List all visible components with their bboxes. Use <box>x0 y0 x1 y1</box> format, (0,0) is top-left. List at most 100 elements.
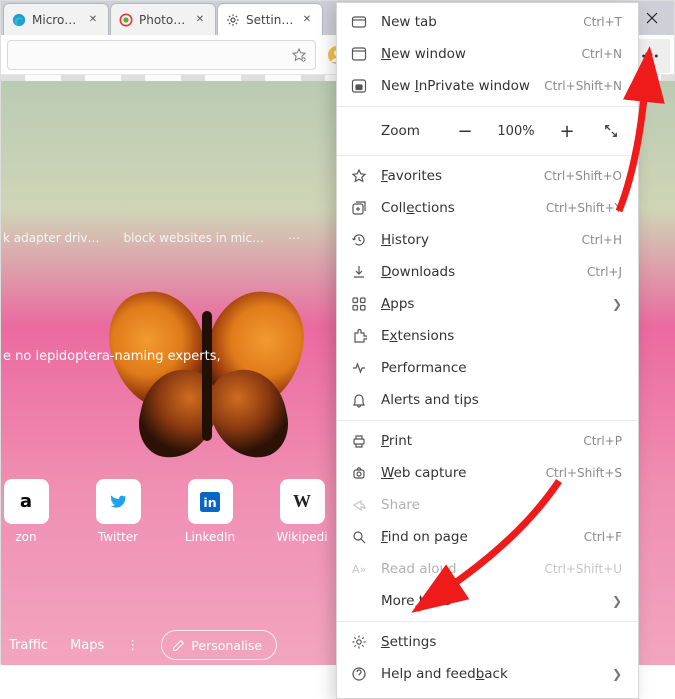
edge-icon <box>12 13 26 27</box>
quick-links-row: k adapter driv… block websites in mic… ⋯ <box>1 231 341 245</box>
linkedin-icon: in <box>200 492 220 512</box>
more-icon[interactable]: ⋮ <box>126 638 139 653</box>
search-icon <box>351 529 367 545</box>
maps-link[interactable]: Maps <box>70 638 104 653</box>
menu-label: Help and feedback <box>381 666 598 682</box>
wiki-icon: W <box>293 491 311 512</box>
hero-caption: e no lepidoptera-naming experts, <box>1 349 221 364</box>
svg-text:A»: A» <box>352 563 366 576</box>
menu-label: Alerts and tips <box>381 392 622 408</box>
close-icon[interactable]: ✕ <box>300 13 314 27</box>
tile-amazon[interactable]: a zon <box>1 479 57 544</box>
collections-icon <box>351 200 367 216</box>
tile-wikipedia[interactable]: W Wikipedi <box>271 479 333 544</box>
pencil-icon <box>172 639 185 652</box>
menu-accel: Ctrl+T <box>583 15 622 29</box>
chevron-right-icon: ❯ <box>612 594 622 608</box>
tab-microsoft[interactable]: Microsoft E ✕ <box>3 3 109 35</box>
tile-label: LinkedIn <box>179 530 241 544</box>
tab-label: PhotoScap <box>139 13 187 27</box>
inprivate-icon <box>351 78 367 94</box>
zoom-label: Zoom <box>381 123 436 139</box>
quicklink[interactable]: k adapter driv… <box>3 231 100 245</box>
tab-label: Microsoft E <box>32 13 80 27</box>
annotation-arrow <box>399 471 579 621</box>
amazon-icon: a <box>20 491 32 512</box>
address-bar[interactable] <box>7 40 316 70</box>
personalise-label: Personalise <box>191 638 262 653</box>
quicklink[interactable]: block websites in mic… <box>124 231 265 245</box>
menu-label: Collections <box>381 200 532 216</box>
menu-new-window[interactable]: New window Ctrl+N <box>337 38 638 70</box>
apps-icon <box>351 296 367 312</box>
svg-text:in: in <box>203 495 216 510</box>
menu-label: Apps <box>381 296 598 312</box>
site-tiles: a zon Twitter in LinkedIn W Wikipedi <box>1 479 355 544</box>
pulse-icon <box>351 360 367 376</box>
menu-accel: Ctrl+H <box>582 233 622 247</box>
menu-collections[interactable]: Collections Ctrl+Shift+Y <box>337 192 638 224</box>
chevron-right-icon: ❯ <box>612 297 622 311</box>
traffic-link[interactable]: Traffic <box>9 638 48 653</box>
menu-inprivate[interactable]: New InPrivate window Ctrl+Shift+N <box>337 70 638 102</box>
tile-label: zon <box>1 530 57 544</box>
bell-icon <box>351 392 367 408</box>
menu-accel: Ctrl+P <box>583 434 622 448</box>
menu-print[interactable]: Print Ctrl+P <box>337 425 638 457</box>
tile-label: Wikipedi <box>271 530 333 544</box>
download-icon <box>351 264 367 280</box>
menu-label: Downloads <box>381 264 573 280</box>
menu-alerts[interactable]: Alerts and tips <box>337 384 638 416</box>
capture-icon <box>351 465 367 481</box>
menu-label: Print <box>381 433 569 449</box>
quicklink-more[interactable]: ⋯ <box>288 231 300 245</box>
twitter-icon <box>108 492 128 512</box>
menu-label: History <box>381 232 568 248</box>
menu-label: New tab <box>381 14 569 30</box>
tile-label: Twitter <box>87 530 149 544</box>
menu-label: New InPrivate window <box>381 78 530 94</box>
puzzle-icon <box>351 328 367 344</box>
favorite-star-icon[interactable] <box>291 47 307 63</box>
new-tab-icon <box>351 14 367 30</box>
bottom-bar: Traffic Maps ⋮ Personalise <box>1 625 341 665</box>
menu-accel: Ctrl+F <box>584 530 622 544</box>
tab-settings[interactable]: Settings ✕ <box>217 3 323 35</box>
annotation-arrow <box>599 41 669 221</box>
menu-downloads[interactable]: Downloads Ctrl+J <box>337 256 638 288</box>
star-icon <box>351 168 367 184</box>
tab-photoscape[interactable]: PhotoScap ✕ <box>110 3 216 35</box>
menu-label: New window <box>381 46 568 62</box>
menu-label: Settings <box>381 634 622 650</box>
tab-label: Settings <box>246 13 294 27</box>
menu-apps[interactable]: Apps ❯ <box>337 288 638 320</box>
gear-icon <box>351 634 367 650</box>
menu-label: Extensions <box>381 328 622 344</box>
personalise-button[interactable]: Personalise <box>161 630 277 660</box>
tile-linkedin[interactable]: in LinkedIn <box>179 479 241 544</box>
hero-image <box>111 291 311 461</box>
menu-label: Favorites <box>381 168 530 184</box>
close-icon[interactable]: ✕ <box>193 13 207 27</box>
menu-new-tab[interactable]: New tab Ctrl+T <box>337 6 638 38</box>
print-icon <box>351 433 367 449</box>
menu-settings[interactable]: Settings <box>337 626 638 658</box>
menu-history[interactable]: History Ctrl+H <box>337 224 638 256</box>
menu-accel: Ctrl+J <box>587 265 622 279</box>
zoom-in-button[interactable]: + <box>552 116 582 146</box>
tile-twitter[interactable]: Twitter <box>87 479 149 544</box>
chevron-right-icon: ❯ <box>612 667 622 681</box>
read-aloud-icon: A» <box>351 561 367 577</box>
photoscape-icon <box>119 13 133 27</box>
menu-help[interactable]: Help and feedback ❯ <box>337 658 638 690</box>
history-icon <box>351 232 367 248</box>
zoom-out-button[interactable]: − <box>450 116 480 146</box>
help-icon <box>351 666 367 682</box>
menu-label: Performance <box>381 360 622 376</box>
close-icon[interactable]: ✕ <box>86 13 100 27</box>
menu-performance[interactable]: Performance <box>337 352 638 384</box>
menu-favorites[interactable]: Favorites Ctrl+Shift+O <box>337 160 638 192</box>
zoom-value: 100% <box>494 124 538 139</box>
new-window-icon <box>351 46 367 62</box>
menu-extensions[interactable]: Extensions <box>337 320 638 352</box>
